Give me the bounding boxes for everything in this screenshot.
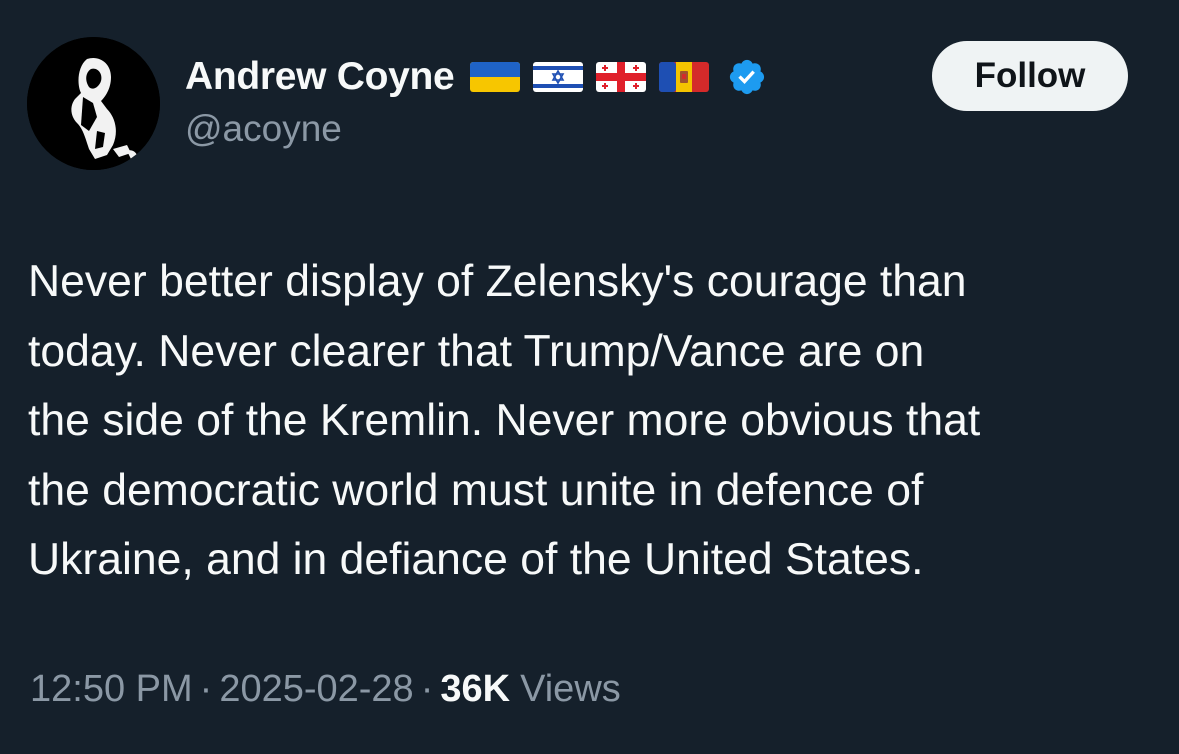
tweet-line: Never better display of Zelensky's coura…: [28, 257, 967, 306]
author-name-row: Andrew Coyne: [185, 52, 767, 102]
tweet-text: Never better display of Zelensky's coura…: [28, 247, 1148, 595]
meta-separator: ·: [420, 668, 434, 710]
views-count[interactable]: 36K: [440, 668, 510, 711]
georgia-flag-icon: [596, 62, 647, 92]
verified-badge-icon[interactable]: [727, 57, 767, 97]
tweet-meta: 12:50 PM · 2025-02-28 · 36K Views: [30, 668, 621, 711]
tweet-line: Ukraine, and in defiance of the United S…: [28, 535, 924, 584]
meta-separator: ·: [199, 668, 213, 710]
name-flags: [470, 62, 710, 92]
author-handle[interactable]: @acoyne: [185, 108, 342, 150]
tweet-line: the democratic world must unite in defen…: [28, 465, 924, 515]
author-display-name[interactable]: Andrew Coyne: [185, 55, 455, 99]
tweet-line: today. Never clearer that Trump/Vance ar…: [28, 326, 925, 376]
views-label[interactable]: Views: [520, 668, 621, 711]
israel-flag-icon: [533, 62, 584, 92]
follow-button[interactable]: Follow: [932, 41, 1128, 111]
ukraine-flag-icon: [470, 62, 521, 92]
avatar[interactable]: [27, 37, 160, 170]
moldova-flag-icon: [659, 62, 710, 92]
tweet-line: the side of the Kremlin. Never more obvi…: [28, 396, 981, 445]
tweet-date[interactable]: 2025-02-28: [219, 668, 413, 711]
tweet-time[interactable]: 12:50 PM: [30, 668, 193, 711]
avatar-photo: [27, 37, 160, 170]
